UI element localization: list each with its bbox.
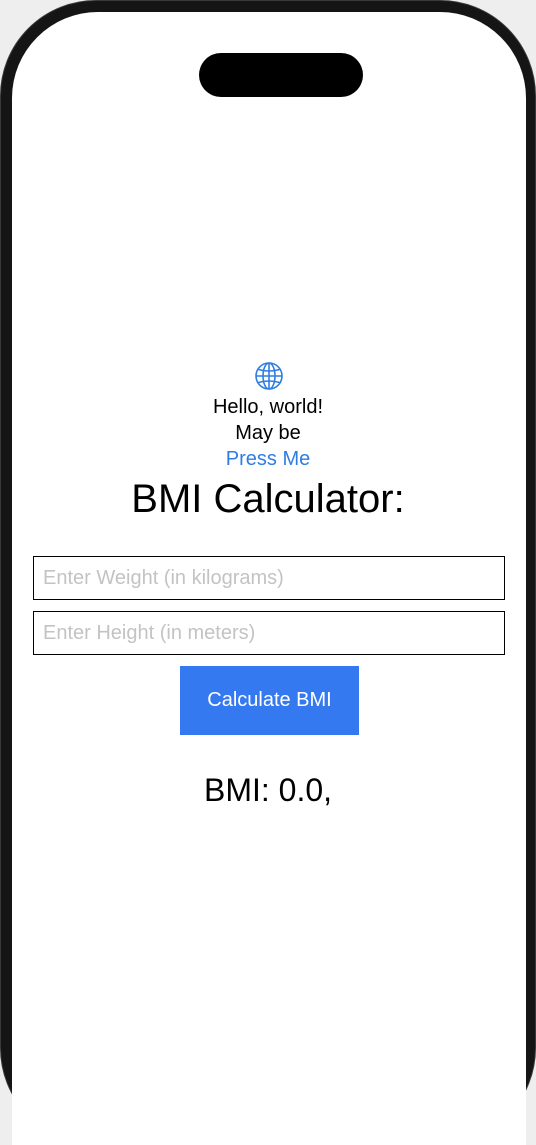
height-input[interactable]: [33, 611, 505, 655]
globe-icon: [255, 362, 283, 390]
page-title: BMI Calculator:: [131, 477, 405, 521]
hello-text: Hello, world!: [212, 396, 324, 418]
press-me-button[interactable]: Press Me: [226, 446, 310, 472]
calculate-bmi-button[interactable]: Calculate BMI: [180, 666, 359, 735]
subtitle-text: May be: [235, 422, 301, 444]
weight-input[interactable]: [33, 556, 505, 600]
app-content: Hello, world! May be Press Me BMI Calcul…: [0, 0, 536, 1144]
bmi-result: BMI: 0.0,: [203, 772, 333, 808]
